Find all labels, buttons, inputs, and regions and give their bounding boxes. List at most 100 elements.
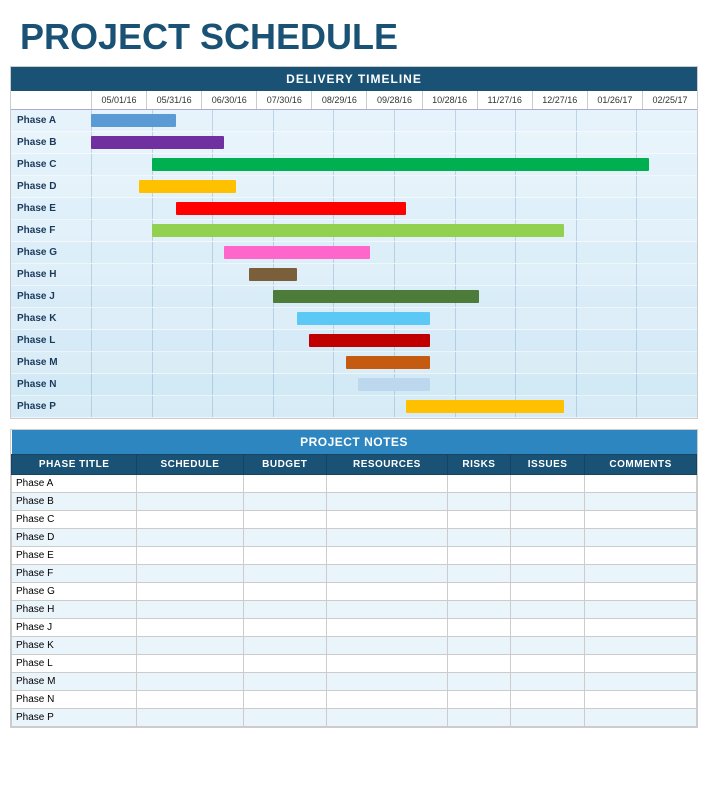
data-cell[interactable] [137, 601, 243, 619]
data-cell[interactable] [447, 673, 510, 691]
gantt-track [91, 396, 697, 417]
data-cell[interactable] [326, 709, 447, 727]
data-cell[interactable] [511, 493, 585, 511]
data-cell[interactable] [326, 547, 447, 565]
data-cell[interactable] [511, 637, 585, 655]
data-cell[interactable] [447, 547, 510, 565]
grid-line [576, 374, 577, 395]
grid-line [455, 264, 456, 285]
data-cell[interactable] [326, 637, 447, 655]
data-cell[interactable] [585, 565, 697, 583]
data-cell[interactable] [243, 583, 326, 601]
data-cell[interactable] [243, 565, 326, 583]
data-cell[interactable] [137, 673, 243, 691]
data-cell[interactable] [511, 547, 585, 565]
data-cell[interactable] [326, 601, 447, 619]
data-cell[interactable] [447, 583, 510, 601]
data-cell[interactable] [447, 511, 510, 529]
data-cell[interactable] [585, 619, 697, 637]
data-cell[interactable] [585, 511, 697, 529]
grid-line [455, 198, 456, 219]
data-cell[interactable] [511, 475, 585, 493]
data-cell[interactable] [511, 691, 585, 709]
data-cell[interactable] [447, 601, 510, 619]
grid-line [91, 220, 92, 241]
data-cell[interactable] [447, 529, 510, 547]
data-cell[interactable] [585, 709, 697, 727]
phase-title-cell: Phase N [12, 691, 137, 709]
data-cell[interactable] [511, 529, 585, 547]
data-cell[interactable] [585, 601, 697, 619]
data-cell[interactable] [447, 565, 510, 583]
data-cell[interactable] [137, 511, 243, 529]
data-cell[interactable] [137, 547, 243, 565]
data-cell[interactable] [137, 493, 243, 511]
data-cell[interactable] [137, 655, 243, 673]
data-cell[interactable] [243, 637, 326, 655]
data-cell[interactable] [511, 565, 585, 583]
data-cell[interactable] [137, 565, 243, 583]
data-cell[interactable] [447, 475, 510, 493]
data-cell[interactable] [585, 637, 697, 655]
data-cell[interactable] [326, 529, 447, 547]
data-cell[interactable] [326, 565, 447, 583]
data-cell[interactable] [243, 511, 326, 529]
data-cell[interactable] [447, 493, 510, 511]
data-cell[interactable] [511, 619, 585, 637]
data-cell[interactable] [326, 493, 447, 511]
grid-line [576, 198, 577, 219]
data-cell[interactable] [137, 529, 243, 547]
data-cell[interactable] [243, 529, 326, 547]
grid-line [212, 242, 213, 263]
data-cell[interactable] [243, 601, 326, 619]
data-cell[interactable] [585, 529, 697, 547]
data-cell[interactable] [326, 475, 447, 493]
data-cell[interactable] [585, 583, 697, 601]
data-cell[interactable] [585, 691, 697, 709]
data-cell[interactable] [511, 709, 585, 727]
data-cell[interactable] [585, 493, 697, 511]
grid-line [576, 176, 577, 197]
data-cell[interactable] [585, 673, 697, 691]
data-cell[interactable] [326, 583, 447, 601]
data-cell[interactable] [511, 673, 585, 691]
data-cell[interactable] [137, 583, 243, 601]
data-cell[interactable] [137, 691, 243, 709]
gantt-row: Phase N [11, 374, 697, 396]
data-cell[interactable] [447, 619, 510, 637]
data-cell[interactable] [511, 655, 585, 673]
grid-line [394, 396, 395, 417]
data-cell[interactable] [326, 691, 447, 709]
grid-line [576, 242, 577, 263]
grid-line [576, 308, 577, 329]
data-cell[interactable] [243, 709, 326, 727]
data-cell[interactable] [137, 619, 243, 637]
data-cell[interactable] [243, 655, 326, 673]
data-cell[interactable] [243, 619, 326, 637]
data-cell[interactable] [511, 601, 585, 619]
data-cell[interactable] [243, 475, 326, 493]
data-cell[interactable] [137, 637, 243, 655]
data-cell[interactable] [326, 511, 447, 529]
data-cell[interactable] [447, 709, 510, 727]
data-cell[interactable] [585, 475, 697, 493]
grid-line [333, 264, 334, 285]
data-cell[interactable] [137, 475, 243, 493]
gantt-bar [139, 180, 236, 193]
data-cell[interactable] [243, 493, 326, 511]
data-cell[interactable] [511, 511, 585, 529]
data-cell[interactable] [243, 547, 326, 565]
data-cell[interactable] [137, 709, 243, 727]
data-cell[interactable] [447, 637, 510, 655]
data-cell[interactable] [511, 583, 585, 601]
data-cell[interactable] [326, 673, 447, 691]
data-cell[interactable] [585, 655, 697, 673]
data-cell[interactable] [585, 547, 697, 565]
data-cell[interactable] [447, 691, 510, 709]
data-cell[interactable] [326, 619, 447, 637]
data-cell[interactable] [447, 655, 510, 673]
grid-line [515, 352, 516, 373]
data-cell[interactable] [326, 655, 447, 673]
data-cell[interactable] [243, 691, 326, 709]
data-cell[interactable] [243, 673, 326, 691]
